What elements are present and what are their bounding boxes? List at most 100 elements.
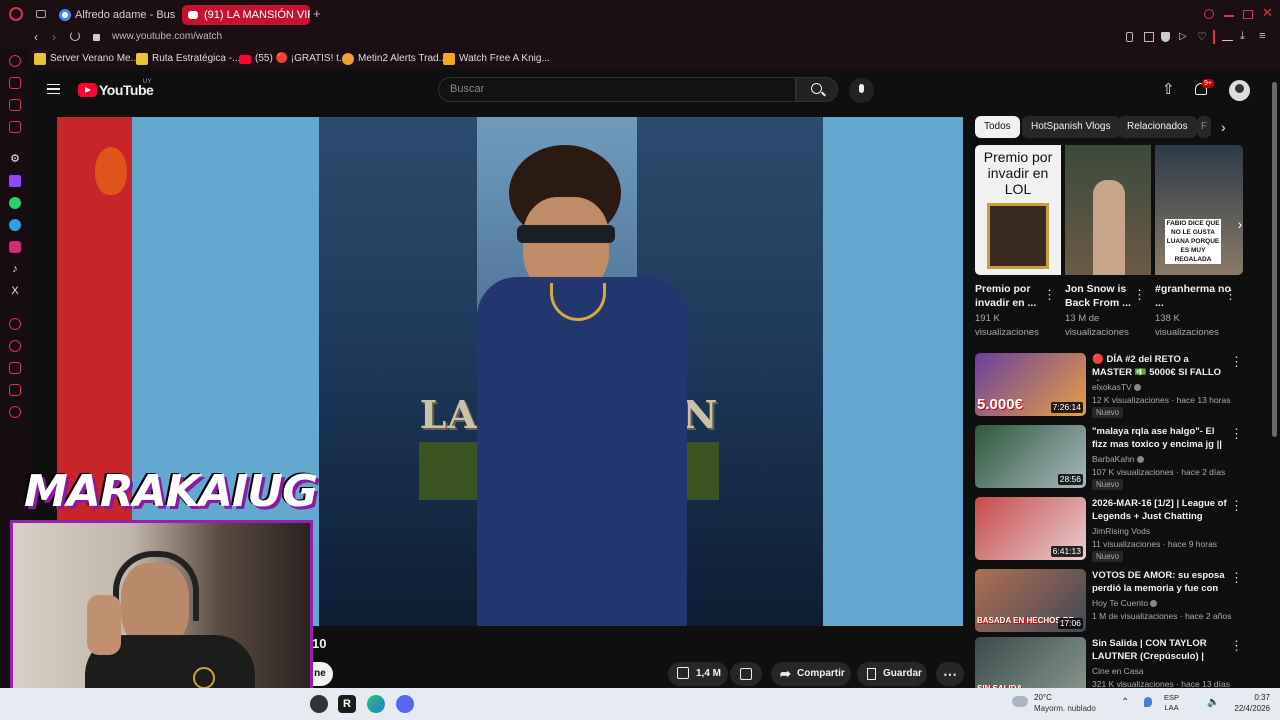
rec-more-icon[interactable]: ⋮: [1230, 639, 1243, 653]
reload-icon[interactable]: [70, 31, 80, 41]
minimize-icon[interactable]: [1224, 15, 1234, 17]
settings-icon[interactable]: [9, 406, 21, 418]
rec-channel[interactable]: Cine en Casa: [1092, 665, 1144, 677]
url-field[interactable]: www.youtube.com/watch: [112, 30, 222, 44]
share-button[interactable]: ➦ Compartir: [771, 662, 851, 686]
notifications-button[interactable]: 9+: [1193, 79, 1214, 99]
shelf-thumbnail[interactable]: [1065, 145, 1151, 275]
more-actions-button[interactable]: ⋯: [936, 662, 964, 686]
back-icon[interactable]: ‹: [34, 30, 38, 44]
messenger-icon[interactable]: [9, 99, 21, 111]
hamburger-menu-icon[interactable]: [47, 84, 60, 94]
rec-title[interactable]: 2026-MAR-16 [1/2] | League of Legends + …: [1092, 497, 1227, 523]
tray-chevron-icon[interactable]: ⌃: [1121, 697, 1129, 708]
bookmark-item[interactable]: (55) 🔴 ¡GRATIS! t...: [239, 52, 347, 66]
rec-more-icon[interactable]: ⋮: [1230, 355, 1243, 369]
chip-todos[interactable]: Todos: [975, 116, 1020, 138]
recommendation-card[interactable]: 28:56 "malaya rqla ase halgo"- El fizz ma…: [975, 425, 1245, 491]
recommendation-card[interactable]: 6:41:13 2026-MAR-16 [1/2] | League of Leg…: [975, 497, 1245, 563]
rec-title[interactable]: VOTOS DE AMOR: su esposa perdió la memor…: [1092, 569, 1227, 597]
rec-more-icon[interactable]: ⋮: [1230, 499, 1243, 513]
tasks-icon[interactable]: [9, 121, 21, 133]
recommendation-card[interactable]: 5.000€ 7:26:14 🔴 DÍA #2 del RETO a MASTER …: [975, 353, 1245, 419]
rec-channel[interactable]: BarbaKahn: [1092, 453, 1144, 465]
shelf-title[interactable]: Jon Snow is Back From ...: [1065, 282, 1141, 310]
history-icon[interactable]: [9, 340, 21, 352]
extensions-icon[interactable]: [9, 384, 21, 396]
rec-thumbnail[interactable]: BASADA EN HECHOS RE 17:06: [975, 569, 1086, 632]
chips-next-icon[interactable]: ›: [1221, 120, 1226, 134]
twitch-icon[interactable]: [9, 175, 21, 187]
rec-title[interactable]: "malaya rqla ase halgo"- El fizz mas tox…: [1092, 425, 1227, 453]
rec-thumbnail[interactable]: 28:56: [975, 425, 1086, 488]
aria-icon[interactable]: [9, 55, 21, 67]
bookmark-item[interactable]: Ruta Estratégica -...: [136, 52, 240, 66]
telegram-icon[interactable]: [9, 219, 21, 231]
download-icon[interactable]: ⤓: [1240, 30, 1245, 43]
search-button[interactable]: [796, 77, 838, 102]
menu-icon[interactable]: ≡: [1259, 30, 1265, 42]
x-icon[interactable]: X: [9, 285, 21, 297]
weather-icon[interactable]: [1012, 696, 1028, 707]
maximize-icon[interactable]: [1243, 10, 1253, 19]
taskbar-app-icon[interactable]: [310, 695, 328, 713]
shopping-icon[interactable]: [9, 77, 21, 89]
chip-more[interactable]: F: [1197, 116, 1211, 138]
player-icon[interactable]: [9, 318, 21, 330]
dislike-button[interactable]: [730, 662, 762, 686]
save-button[interactable]: Guardar: [857, 662, 927, 686]
shelf-title[interactable]: #granherma no ...: [1155, 282, 1231, 310]
scrollbar-thumb[interactable]: [1272, 82, 1277, 437]
shelf-thumbnail[interactable]: Premio por invadir en LOL: [975, 145, 1061, 275]
tab-manager-icon[interactable]: [36, 10, 46, 18]
rec-more-icon[interactable]: ⋮: [1230, 571, 1243, 585]
language-indicator[interactable]: ESP LAA: [1164, 693, 1179, 713]
discord-icon[interactable]: [396, 695, 414, 713]
taskbar-r-app[interactable]: R: [338, 695, 356, 713]
chip-hotspanish[interactable]: HotSpanish Vlogs: [1022, 116, 1120, 138]
shelf-thumbnail[interactable]: FABIO DICE QUE NO LE GUSTA LUANA PORQUE …: [1155, 145, 1243, 275]
opera-logo-icon[interactable]: [9, 7, 23, 21]
rec-channel[interactable]: Hoy Te Cuento: [1092, 597, 1158, 609]
rec-thumbnail[interactable]: 6:41:13: [975, 497, 1086, 560]
bookmark-item[interactable]: Metin2 Alerts Trad...: [342, 52, 447, 66]
clock[interactable]: 0:37 22/4/2026: [1226, 692, 1270, 714]
tab-google-search[interactable]: Alfredo adame - Buscar co: [53, 5, 175, 25]
rec-more-icon[interactable]: ⋮: [1230, 427, 1243, 441]
bookmark-item[interactable]: Watch Free A Knig...: [443, 52, 550, 66]
search-input[interactable]: Buscar: [438, 77, 796, 102]
rec-title[interactable]: 🔴 DÍA #2 del RETO a MASTER 💵 5000€ SI FA…: [1092, 353, 1227, 381]
shelf-next-button[interactable]: ›: [1231, 212, 1249, 236]
forward-icon[interactable]: ›: [52, 30, 56, 44]
bookmark-item[interactable]: Server Verano Me...: [34, 52, 139, 66]
play-icon[interactable]: ▷: [1179, 31, 1187, 42]
like-button[interactable]: 1,4 M: [668, 662, 728, 686]
pin-icon[interactable]: [1126, 32, 1133, 42]
search-tabs-icon[interactable]: [1204, 9, 1214, 19]
whatsapp-icon[interactable]: [9, 197, 21, 209]
speaker-icon[interactable]: 🔈: [1207, 697, 1219, 708]
new-tab-button[interactable]: +: [313, 7, 321, 21]
downloads-icon[interactable]: [9, 362, 21, 374]
rec-title[interactable]: Sin Salida | CON TAYLOR LAUTNER (Crepúsc…: [1092, 637, 1227, 665]
avatar[interactable]: [1229, 80, 1250, 101]
rec-channel[interactable]: JimRising Vods: [1092, 525, 1150, 537]
upload-icon[interactable]: ⇧: [1162, 82, 1175, 98]
youtube-logo[interactable]: YouTube UY: [78, 79, 158, 98]
tab-youtube-active[interactable]: (91) LA MANSIÓN VIP BY I: [182, 5, 310, 25]
heart-icon[interactable]: ♡: [1197, 30, 1207, 43]
chatgpt-icon[interactable]: ⚙: [9, 153, 21, 165]
rec-thumbnail[interactable]: 5.000€ 7:26:14: [975, 353, 1086, 416]
edge-icon[interactable]: [367, 695, 385, 713]
snapshot-icon[interactable]: [1144, 32, 1154, 42]
instagram-icon[interactable]: [9, 241, 21, 253]
weather-temp[interactable]: 20°C: [1034, 693, 1052, 702]
shelf-more-icon[interactable]: ⋮: [1043, 288, 1056, 302]
rec-channel[interactable]: elxokasTV: [1092, 381, 1142, 393]
easy-setup-icon[interactable]: [1222, 33, 1233, 41]
tiktok-icon[interactable]: ♪: [9, 263, 21, 275]
shield-icon[interactable]: [1161, 32, 1170, 42]
shelf-more-icon[interactable]: ⋮: [1224, 288, 1237, 302]
voice-search-button[interactable]: [849, 78, 874, 103]
recommendation-card[interactable]: BASADA EN HECHOS RE 17:06 VOTOS DE AMOR: s…: [975, 569, 1245, 635]
